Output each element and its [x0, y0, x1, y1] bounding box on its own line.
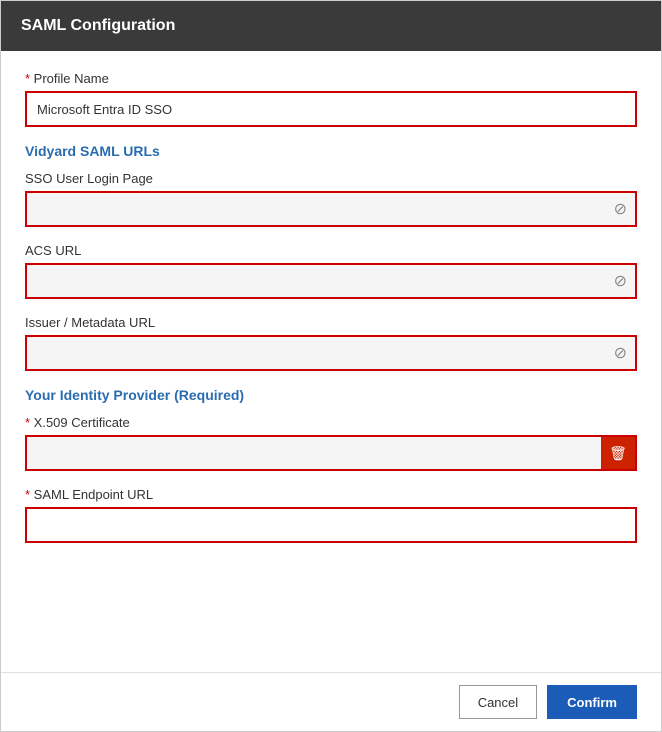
x509-cert-input-wrapper: 🗑 [25, 435, 637, 471]
saml-endpoint-url-input[interactable] [25, 507, 637, 543]
x509-cert-group: X.509 Certificate 🗑 [25, 415, 637, 471]
identity-provider-title: Your Identity Provider (Required) [25, 387, 637, 403]
saml-endpoint-url-label: SAML Endpoint URL [25, 487, 637, 502]
acs-url-input-wrapper: ⊘ [25, 263, 637, 299]
sso-login-page-group: SSO User Login Page ⊘ [25, 171, 637, 227]
confirm-button[interactable]: Confirm [547, 685, 637, 719]
profile-name-label: Profile Name [25, 71, 637, 86]
cancel-button[interactable]: Cancel [459, 685, 537, 719]
profile-name-input[interactable] [25, 91, 637, 127]
issuer-metadata-url-input[interactable] [25, 335, 637, 371]
modal-header: SAML Configuration [1, 1, 661, 51]
acs-url-label: ACS URL [25, 243, 637, 258]
profile-name-group: Profile Name [25, 71, 637, 127]
modal-body: Profile Name Vidyard SAML URLs SSO User … [1, 51, 661, 672]
issuer-metadata-url-input-wrapper: ⊘ [25, 335, 637, 371]
saml-endpoint-url-group: SAML Endpoint URL [25, 487, 637, 543]
saml-config-modal: SAML Configuration Profile Name Vidyard … [0, 0, 662, 732]
sso-login-page-input-wrapper: ⊘ [25, 191, 637, 227]
x509-cert-input[interactable] [25, 435, 601, 471]
trash-icon: 🗑 [609, 445, 627, 462]
modal-footer: Cancel Confirm [1, 672, 661, 731]
x509-cert-delete-button[interactable]: 🗑 [601, 435, 637, 471]
acs-url-input[interactable] [25, 263, 637, 299]
issuer-metadata-url-group: Issuer / Metadata URL ⊘ [25, 315, 637, 371]
x509-cert-label: X.509 Certificate [25, 415, 637, 430]
sso-login-page-label: SSO User Login Page [25, 171, 637, 186]
sso-login-page-input[interactable] [25, 191, 637, 227]
vidyard-saml-urls-title: Vidyard SAML URLs [25, 143, 637, 159]
modal-title: SAML Configuration [21, 17, 175, 34]
issuer-metadata-url-label: Issuer / Metadata URL [25, 315, 637, 330]
acs-url-group: ACS URL ⊘ [25, 243, 637, 299]
